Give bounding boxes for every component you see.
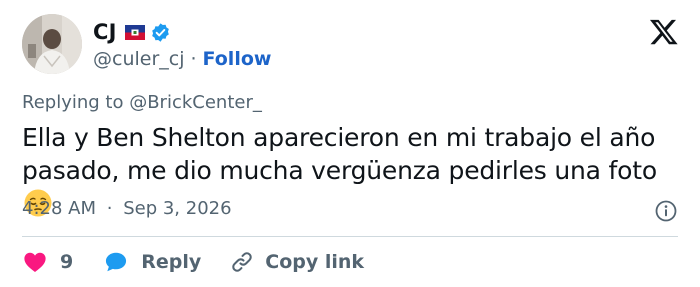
follow-button[interactable]: Follow [203,48,272,70]
author-name[interactable]: CJ [93,20,117,44]
handle-separator: · [190,48,197,70]
tweet-date: Sep 3, 2026 [123,198,232,219]
like-button[interactable]: 9 [22,249,73,275]
date-separator: · [106,198,113,219]
link-icon [232,252,252,272]
info-icon[interactable] [654,199,678,223]
tweet-text: Ella y Ben Shelton aparecieron en mi tra… [22,123,657,185]
reply-button[interactable]: Reply [103,249,201,275]
tweet-timestamp[interactable]: 4:28 AM · Sep 3, 2026 [22,198,232,219]
copy-link-label: Copy link [265,251,365,273]
avatar[interactable] [22,14,82,74]
verified-badge-icon [150,22,171,43]
heart-icon [24,252,46,272]
replying-to-text[interactable]: Replying to @BrickCenter_ [22,92,262,113]
avatar-image [22,14,82,74]
author-handle-row: @culer_cj · Follow [93,46,271,72]
reply-label: Reply [141,251,202,273]
tweet-card: CJ @culer_cj · Follow Replying to @Brick [0,0,700,287]
action-bar: 9 Reply Copy link [22,246,364,278]
haiti-flag-icon [124,24,145,40]
copy-link-button[interactable]: Copy link [229,249,364,275]
divider [22,236,678,237]
author-handle[interactable]: @culer_cj [93,48,185,70]
like-count: 9 [60,251,74,273]
reply-bubble-icon [106,252,127,272]
author-name-row: CJ [93,17,171,47]
tweet-time: 4:28 AM [22,198,96,219]
x-logo-icon[interactable] [649,17,679,47]
